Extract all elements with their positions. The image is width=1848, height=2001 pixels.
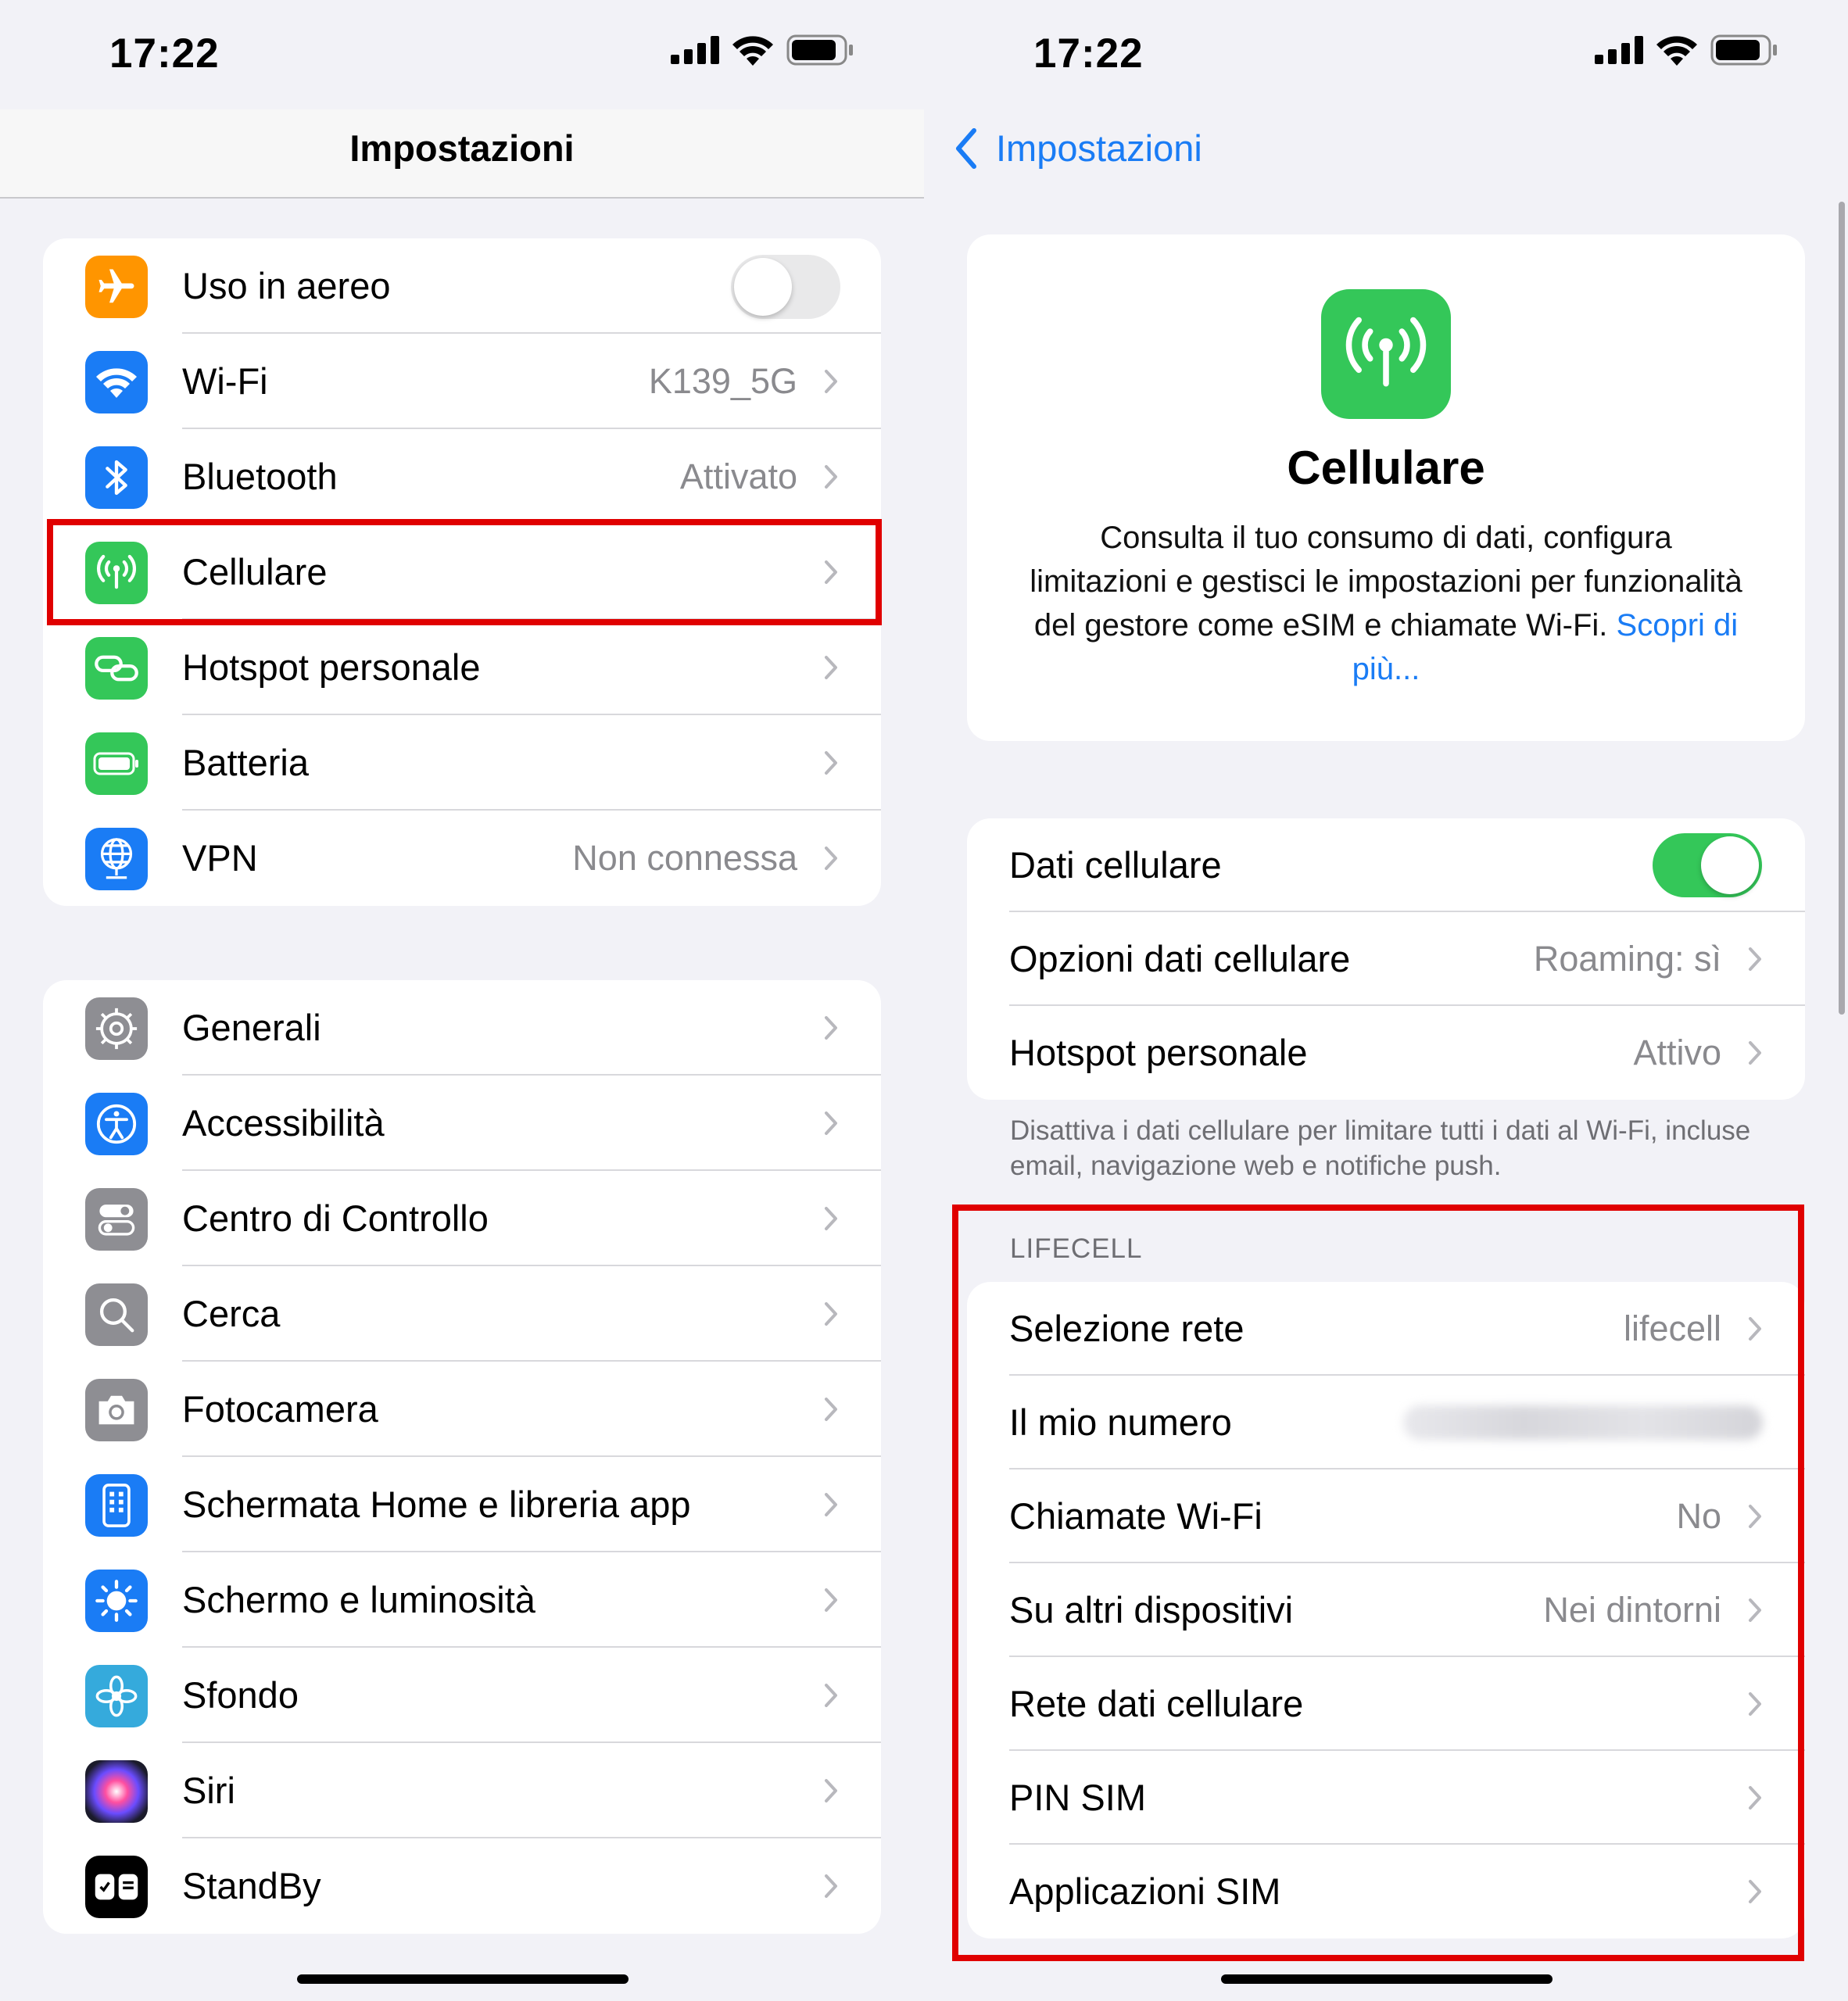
- row-general[interactable]: Generali: [43, 980, 881, 1076]
- row-control-center[interactable]: Centro di Controllo: [43, 1171, 881, 1266]
- row-standby[interactable]: StandBy: [43, 1838, 881, 1934]
- cellular-info-card: Cellulare Consulta il tuo consumo di dat…: [967, 234, 1805, 741]
- antenna-icon: [1321, 289, 1451, 419]
- signal-icon: [1595, 36, 1643, 64]
- wifi-icon: [85, 351, 148, 413]
- row-bluetooth[interactable]: Bluetooth Attivato: [43, 429, 881, 524]
- row-personal-hotspot[interactable]: Hotspot personale Attivo: [967, 1006, 1805, 1100]
- chevron-right-icon: [825, 656, 837, 679]
- chevron-right-icon: [825, 1302, 837, 1326]
- search-icon: [85, 1283, 148, 1346]
- status-bar: 17:22: [0, 0, 924, 109]
- chevron-right-icon: [825, 1493, 837, 1516]
- chevron-right-icon: [825, 1398, 837, 1421]
- airplane-toggle[interactable]: [731, 255, 840, 319]
- chevron-right-icon: [825, 1207, 837, 1230]
- wifi-status-icon: [1656, 36, 1697, 66]
- row-vpn[interactable]: VPN Non connessa: [43, 811, 881, 906]
- page-title: Impostazioni: [349, 127, 575, 169]
- chevron-right-icon: [825, 370, 837, 393]
- chevron-right-icon: [825, 1779, 837, 1802]
- battery-status-icon: [786, 34, 853, 66]
- status-bar: 17:22: [924, 0, 1848, 109]
- chevron-right-icon: [825, 465, 837, 489]
- chevron-right-icon: [825, 847, 837, 870]
- airplane-icon: [85, 256, 148, 318]
- siri-icon: [85, 1760, 148, 1823]
- row-cellular-data-options[interactable]: Opzioni dati cellulare Roaming: sì: [967, 912, 1805, 1006]
- flower-icon: [85, 1665, 148, 1727]
- home-indicator[interactable]: [1221, 1974, 1553, 1984]
- chevron-right-icon: [825, 1684, 837, 1707]
- back-button[interactable]: Impostazioni: [954, 127, 1202, 170]
- row-battery[interactable]: Batteria: [43, 715, 881, 811]
- row-wallpaper[interactable]: Sfondo: [43, 1648, 881, 1743]
- phone-grid-icon: [85, 1474, 148, 1537]
- chevron-right-icon: [825, 1588, 837, 1612]
- cellular-data-footnote: Disattiva i dati cellulare per limitare …: [1010, 1115, 1751, 1181]
- globe-icon: [85, 828, 148, 890]
- navigation-bar: Impostazioni: [0, 109, 924, 199]
- navigation-bar: Impostazioni: [924, 109, 1848, 197]
- row-siri[interactable]: Siri: [43, 1743, 881, 1838]
- cellular-screen: 17:22 Impostazioni Cellulare Consulta il…: [924, 0, 1848, 2001]
- battery-status-icon: [1710, 34, 1777, 66]
- row-home-screen[interactable]: Schermata Home e libreria app: [43, 1457, 881, 1552]
- scrollbar[interactable]: [1839, 202, 1845, 1015]
- highlight-lifecell-section: [952, 1205, 1804, 1961]
- status-time: 17:22: [109, 30, 220, 77]
- settings-screen: 17:22 Impostazioni Uso in aereo Wi-Fi K1…: [0, 0, 924, 2001]
- chevron-right-icon: [825, 1874, 837, 1898]
- hero-description: Consulta il tuo consumo di dati, configu…: [1030, 521, 1742, 686]
- wifi-status-icon: [732, 36, 773, 66]
- chevron-right-icon: [825, 1111, 837, 1135]
- highlight-cellular: [47, 519, 882, 625]
- bluetooth-icon: [85, 446, 148, 509]
- back-label: Impostazioni: [996, 127, 1202, 169]
- row-hotspot[interactable]: Hotspot personale: [43, 620, 881, 715]
- switches-icon: [85, 1188, 148, 1251]
- link-icon: [85, 637, 148, 700]
- sun-icon: [85, 1570, 148, 1632]
- battery-icon: [85, 732, 148, 795]
- row-cellular-data: Dati cellulare: [967, 818, 1805, 912]
- accessibility-icon: [85, 1093, 148, 1155]
- row-accessibility[interactable]: Accessibilità: [43, 1076, 881, 1171]
- chevron-left-icon: [956, 127, 976, 169]
- row-wifi[interactable]: Wi-Fi K139_5G: [43, 334, 881, 429]
- camera-icon: [85, 1379, 148, 1441]
- general-group: Generali Accessibilità Centro di Control…: [43, 980, 881, 1934]
- home-indicator[interactable]: [297, 1974, 629, 1984]
- row-camera[interactable]: Fotocamera: [43, 1362, 881, 1457]
- cellular-data-toggle[interactable]: [1653, 833, 1762, 897]
- row-search[interactable]: Cerca: [43, 1266, 881, 1362]
- standby-icon: [85, 1856, 148, 1918]
- signal-icon: [671, 36, 719, 64]
- chevron-right-icon: [1749, 1041, 1761, 1065]
- row-display[interactable]: Schermo e luminosità: [43, 1552, 881, 1648]
- chevron-right-icon: [825, 751, 837, 775]
- cellular-data-group: Dati cellulare Opzioni dati cellulare Ro…: [967, 818, 1805, 1100]
- row-airplane-mode[interactable]: Uso in aereo: [43, 238, 881, 334]
- hero-title: Cellulare: [1287, 442, 1485, 494]
- chevron-right-icon: [825, 1016, 837, 1040]
- chevron-right-icon: [1749, 947, 1761, 971]
- gear-icon: [85, 997, 148, 1060]
- status-time: 17:22: [1033, 30, 1144, 77]
